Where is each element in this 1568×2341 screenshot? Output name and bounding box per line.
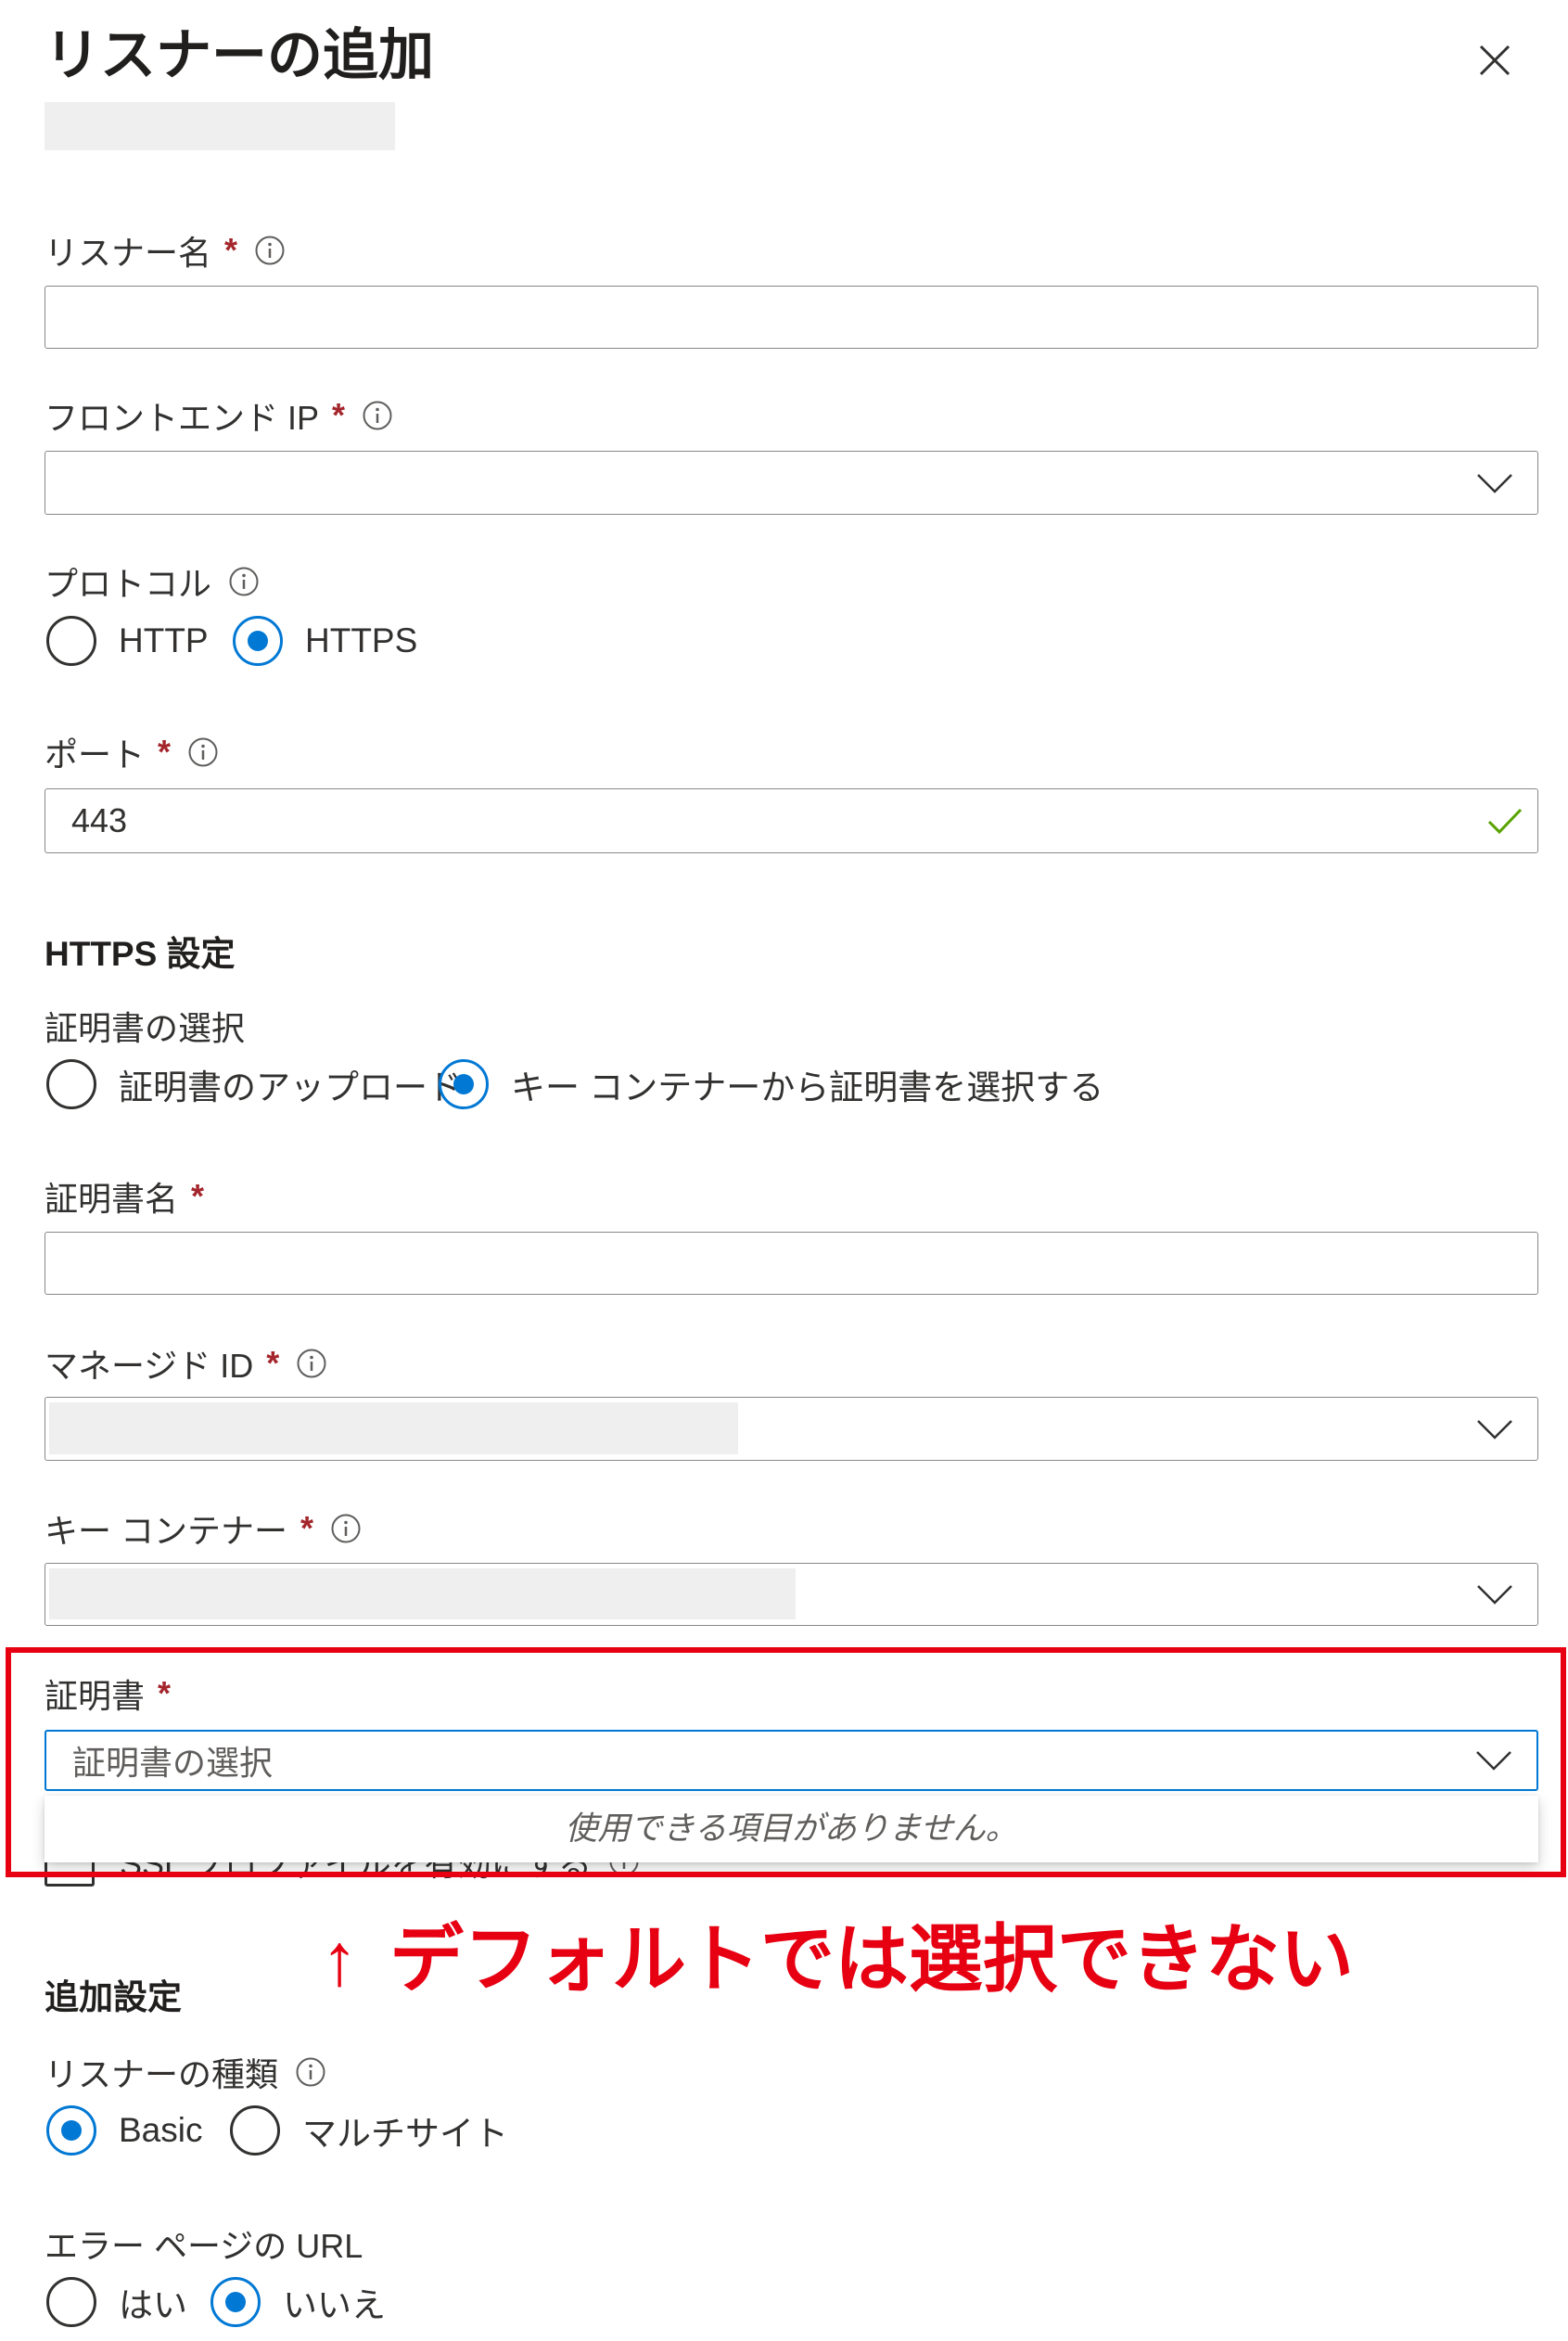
add-listener-panel: リスナーの追加 リスナー名 * フロントエンド IP * プロトコル HTTP … [0, 0, 1568, 2341]
radio-circle[interactable] [46, 616, 96, 666]
annotation: ↑ デフォルトでは選択できない [321, 1913, 1354, 2006]
error-page-url-label: エラー ページの URL [45, 2221, 363, 2266]
required-mark: * [300, 1509, 314, 1547]
port-input[interactable] [45, 788, 1538, 853]
certificate-label: 証明書 * [45, 1671, 171, 1716]
protocol-radio-http[interactable]: HTTP [46, 616, 209, 666]
redacted-value [49, 1402, 738, 1454]
radio-circle[interactable] [230, 2105, 280, 2156]
info-icon[interactable] [296, 1348, 327, 1379]
radio-circle[interactable] [46, 2277, 96, 2327]
info-icon[interactable] [254, 235, 286, 266]
redacted-value [49, 1568, 796, 1619]
label-text: 証明書 [45, 1677, 146, 1715]
listener-name-input[interactable] [45, 286, 1538, 349]
empty-list-message: 使用できる項目がありません。 [565, 1810, 1018, 1847]
label-text: キー コンテナー [45, 1512, 288, 1550]
redacted-subtitle [45, 102, 395, 150]
label-text: リスナー名 [45, 234, 212, 272]
close-icon[interactable] [1476, 42, 1513, 79]
required-mark: * [224, 231, 238, 269]
annotation-text: デフォルトでは選択できない [389, 1918, 1354, 2001]
radio-multisite[interactable]: マルチサイト [230, 2105, 508, 2156]
listener-name-label: リスナー名 * [45, 228, 286, 273]
required-mark: * [191, 1177, 205, 1215]
required-mark: * [158, 1674, 172, 1712]
label-text: 証明書名 [45, 1180, 179, 1218]
certificate-select[interactable]: 証明書の選択 [45, 1730, 1538, 1791]
radio-no[interactable]: いいえ [210, 2277, 386, 2327]
certificate-name-input[interactable] [45, 1232, 1538, 1295]
radio-label: HTTP [119, 621, 209, 659]
radio-upload-certificate[interactable]: 証明書のアップロード [46, 1059, 462, 1109]
additional-settings-heading: 追加設定 [45, 1978, 182, 2016]
radio-circle[interactable] [439, 1059, 489, 1109]
panel-title: リスナーの追加 [45, 24, 434, 86]
label-text: フロントエンド IP [45, 399, 320, 437]
radio-circle[interactable] [46, 2105, 96, 2156]
radio-basic[interactable]: Basic [46, 2105, 202, 2156]
required-mark: * [266, 1344, 280, 1382]
radio-label: マルチサイト [302, 2115, 508, 2153]
managed-id-label: マネージド ID * [45, 1341, 327, 1386]
radio-label: HTTPS [305, 621, 418, 659]
info-icon[interactable] [362, 400, 393, 431]
info-icon[interactable] [187, 736, 219, 768]
label-text: ポート [45, 736, 146, 774]
label-text: リスナーの種類 [45, 2055, 279, 2093]
radio-circle[interactable] [210, 2277, 261, 2327]
required-mark: * [332, 396, 346, 434]
certificate-dropdown-list: 使用できる項目がありません。 [45, 1796, 1538, 1862]
frontend-ip-select[interactable] [45, 451, 1538, 515]
key-vault-select[interactable] [45, 1563, 1538, 1626]
radio-yes[interactable]: はい [46, 2277, 187, 2327]
radio-key-vault-certificate[interactable]: キー コンテナーから証明書を選択する [439, 1059, 1103, 1109]
key-vault-label: キー コンテナー * [45, 1506, 362, 1551]
radio-circle[interactable] [46, 1059, 96, 1109]
managed-id-select[interactable] [45, 1397, 1538, 1461]
checkmark-icon [1487, 808, 1523, 835]
label-text: プロトコル [45, 565, 212, 603]
label-text: エラー ページの URL [45, 2227, 363, 2265]
protocol-radio-https[interactable]: HTTPS [233, 616, 417, 666]
required-mark: * [158, 733, 172, 771]
chevron-down-icon [1477, 1419, 1512, 1439]
chevron-down-icon [1477, 1585, 1512, 1605]
https-settings-heading: HTTPS 設定 [45, 935, 236, 973]
radio-label: いいえ [283, 2286, 386, 2324]
certificate-placeholder: 証明書の選択 [72, 1744, 274, 1782]
radio-label: はい [119, 2286, 187, 2324]
port-label: ポート * [45, 730, 219, 774]
protocol-label: プロトコル [45, 559, 260, 604]
info-icon[interactable] [330, 1513, 362, 1544]
listener-type-label: リスナーの種類 [45, 2050, 326, 2094]
chevron-down-icon [1476, 1751, 1511, 1771]
chevron-down-icon [1477, 473, 1512, 493]
radio-label: 証明書のアップロード [119, 1068, 462, 1107]
info-icon[interactable] [295, 2056, 326, 2088]
up-arrow: ↑ [321, 1918, 358, 2001]
frontend-ip-label: フロントエンド IP * [45, 393, 393, 438]
info-icon[interactable] [228, 566, 260, 597]
radio-label: キー コンテナーから証明書を選択する [511, 1068, 1104, 1107]
certificate-name-label: 証明書名 * [45, 1174, 204, 1219]
certificate-source-label: 証明書の選択 [45, 1004, 245, 1048]
label-text: マネージド ID [45, 1347, 254, 1385]
label-text: 証明書の選択 [45, 1009, 246, 1047]
radio-label: Basic [119, 2111, 203, 2149]
radio-circle[interactable] [233, 616, 283, 666]
